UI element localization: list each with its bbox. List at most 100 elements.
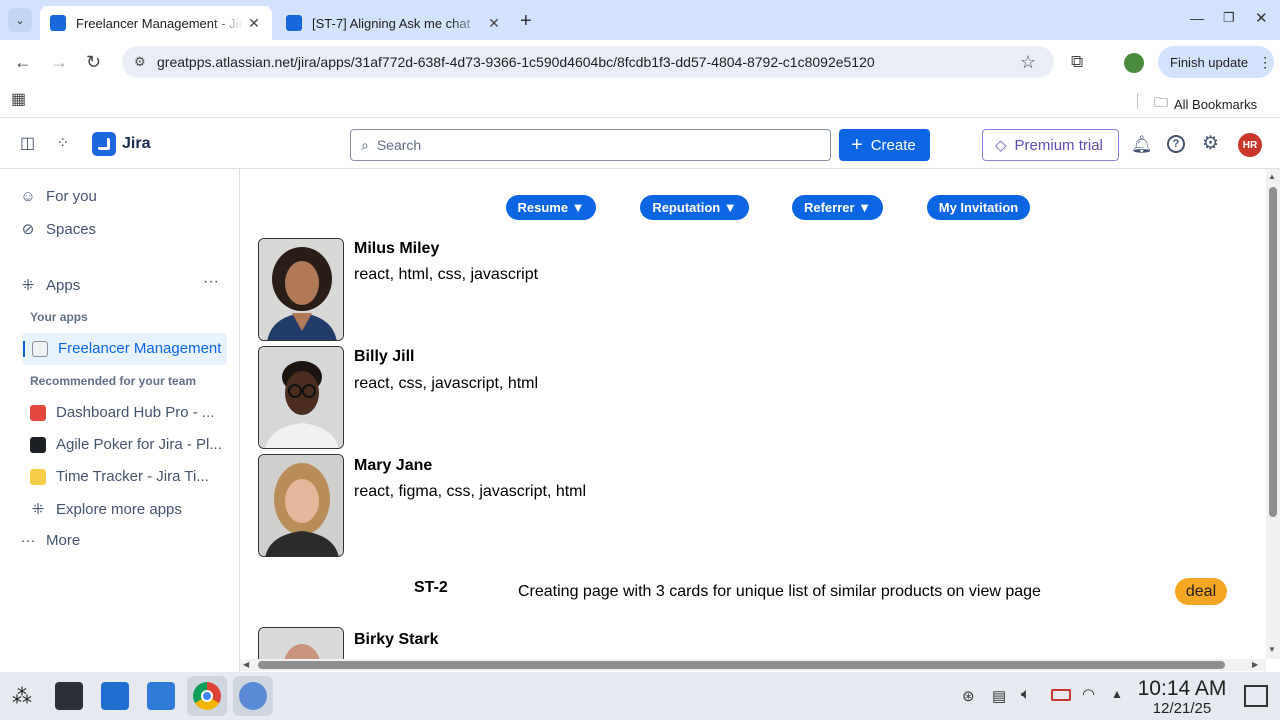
sidebar-item-agile-poker[interactable]: Agile Poker for Jira - Pl... xyxy=(30,436,222,453)
sidebar-item-more[interactable]: ··· More xyxy=(20,532,81,549)
avatar-initials: HR xyxy=(1242,139,1258,151)
freelancer-skills: react, html, css, javascript xyxy=(354,266,539,283)
freelancer-skills: react, figma, css, javascript, html xyxy=(354,483,587,500)
reload-icon[interactable]: ↻ xyxy=(86,53,101,71)
close-tab-icon[interactable]: ✕ xyxy=(244,15,264,32)
close-tab-icon[interactable]: ✕ xyxy=(484,15,504,32)
sidebar-item-time-tracker[interactable]: Time Tracker - Jira Ti... xyxy=(30,468,209,485)
all-bookmarks-button[interactable]: 🗀 All Bookmarks xyxy=(1154,92,1257,116)
reputation-filter-button[interactable]: Reputation ▼ xyxy=(640,195,749,220)
clock-date: 12/21/25 xyxy=(1152,700,1212,717)
url-text: greatpps.atlassian.net/jira/apps/31af772… xyxy=(157,54,875,70)
search-placeholder: Search xyxy=(376,137,422,153)
my-invitation-button[interactable]: My Invitation xyxy=(927,195,1030,220)
app-icon[interactable] xyxy=(239,682,267,710)
filter-label: Referrer ▼ xyxy=(803,200,872,215)
close-window-icon[interactable]: ✕ xyxy=(1255,9,1268,27)
minimize-icon[interactable]: — xyxy=(1190,10,1204,26)
sidebar-item-dashboard-hub[interactable]: Dashboard Hub Pro - ... xyxy=(30,404,214,421)
launcher-icon[interactable]: ⁂ xyxy=(12,684,32,709)
jira-favicon-icon xyxy=(50,15,66,31)
jira-logo[interactable]: Jira xyxy=(92,132,150,156)
referrer-filter-button[interactable]: Referrer ▼ xyxy=(792,195,883,220)
recommended-heading: Recommended for your team xyxy=(30,374,197,388)
jira-header: ◫ ⁘ Jira ⌕ Search + Create ◇ Premium tri… xyxy=(0,120,1280,169)
tab-title: Freelancer Management - Jira xyxy=(76,15,244,31)
scroll-right-icon[interactable]: ▶ xyxy=(1252,660,1258,669)
sidebar-item-label: Agile Poker for Jira - Pl... xyxy=(56,436,222,453)
plus-icon: + xyxy=(851,134,863,156)
clock[interactable]: 10:14 AM 12/21/25 xyxy=(1132,677,1232,718)
update-tray-icon[interactable]: ⊛ xyxy=(962,687,975,705)
your-apps-heading: Your apps xyxy=(30,310,88,324)
scroll-up-icon[interactable]: ▲ xyxy=(1268,172,1276,181)
new-tab-icon[interactable]: + xyxy=(520,10,532,33)
app-switcher-icon[interactable]: ⁘ xyxy=(56,136,69,152)
chrome-app-icon[interactable] xyxy=(193,682,221,710)
address-bar[interactable]: ⚙ greatpps.atlassian.net/jira/apps/31af7… xyxy=(122,46,1054,78)
browser-toolbar: ← → ↻ ⚙ greatpps.atlassian.net/jira/apps… xyxy=(0,40,1280,84)
settings-app-icon[interactable] xyxy=(55,682,83,710)
help-icon[interactable]: ? xyxy=(1167,135,1185,153)
extensions-icon[interactable]: ⧉ xyxy=(1071,53,1083,70)
main-content: Resume ▼ Reputation ▼ Referrer ▼ My Invi… xyxy=(240,169,1266,659)
freelancer-photo xyxy=(258,454,344,557)
tab-search-icon[interactable]: ⌄ xyxy=(8,8,32,32)
app-name: Jira xyxy=(122,135,151,152)
clock-time: 10:14 AM xyxy=(1137,677,1227,700)
apps-icon: ⁜ xyxy=(21,277,35,294)
tab-title: [ST-7] Aligning Ask me chat xyxy=(312,15,471,31)
maximize-icon[interactable]: ❐ xyxy=(1223,10,1235,26)
search-input[interactable]: ⌕ Search xyxy=(350,129,831,161)
sidebar-item-label: For you xyxy=(46,188,97,205)
scroll-left-icon[interactable]: ◀ xyxy=(243,660,249,669)
broken-image-icon xyxy=(32,340,48,357)
sidebar-item-label: Freelancer Management xyxy=(58,340,222,357)
finish-update-button[interactable]: Finish update ⋮ xyxy=(1158,46,1274,78)
man-bald-avatar xyxy=(259,628,343,659)
folder-icon: 🗀 xyxy=(1154,94,1168,110)
divider xyxy=(1137,93,1138,109)
horizontal-scroll-thumb[interactable] xyxy=(258,661,1225,669)
forward-icon[interactable]: → xyxy=(50,53,68,71)
sidebar-item-label: Dashboard Hub Pro - ... xyxy=(56,404,215,421)
premium-trial-button[interactable]: ◇ Premium trial xyxy=(982,129,1119,161)
site-info-icon[interactable]: ⚙ xyxy=(134,54,146,70)
more-dots-icon: ··· xyxy=(20,532,36,549)
resume-filter-button[interactable]: Resume ▼ xyxy=(506,195,596,220)
sidebar-item-apps[interactable]: ⁜ Apps xyxy=(20,276,81,295)
tray-expand-icon[interactable]: ▲ xyxy=(1111,687,1123,701)
filter-label: Resume ▼ xyxy=(517,200,585,215)
sidebar-item-explore-apps[interactable]: ⁜ Explore more apps xyxy=(30,500,182,519)
store-app-icon[interactable] xyxy=(101,682,129,710)
wifi-icon[interactable]: ◠ xyxy=(1082,685,1095,703)
apps-grid-icon[interactable]: ▦ xyxy=(11,92,26,108)
files-app-icon[interactable] xyxy=(147,682,175,710)
man-glasses-avatar xyxy=(259,347,343,448)
scroll-down-icon[interactable]: ▼ xyxy=(1268,645,1276,654)
filter-label: My Invitation xyxy=(938,200,1019,215)
sidebar-item-freelancer-management[interactable]: Freelancer Management xyxy=(32,340,221,357)
create-button[interactable]: + Create xyxy=(839,129,930,161)
volume-icon[interactable]: 🔈︎ xyxy=(1021,686,1031,704)
vertical-scroll-thumb[interactable] xyxy=(1269,187,1277,517)
battery-icon[interactable] xyxy=(1051,689,1071,701)
profile-avatar[interactable] xyxy=(1124,53,1144,73)
sidebar-toggle-icon[interactable]: ◫ xyxy=(20,136,35,152)
agile-poker-icon xyxy=(30,436,46,453)
sidebar-item-spaces[interactable]: ⊘ Spaces xyxy=(20,220,96,239)
task-key[interactable]: ST-2 xyxy=(414,579,448,597)
settings-icon[interactable]: ⚙ xyxy=(1202,134,1219,153)
bookmark-star-icon[interactable]: ☆ xyxy=(1020,52,1036,73)
show-desktop-icon[interactable] xyxy=(1244,685,1268,707)
freelancer-name: Mary Jane xyxy=(354,457,433,474)
notifications-icon[interactable]: 🔔︎ xyxy=(1131,136,1153,153)
browser-tab-active[interactable]: Freelancer Management - Jira ✕ xyxy=(40,6,272,40)
browser-tab[interactable]: [ST-7] Aligning Ask me chat ✕ xyxy=(276,6,512,40)
user-avatar[interactable]: HR xyxy=(1238,133,1262,157)
sidebar-item-for-you[interactable]: ☺ For you xyxy=(20,188,97,205)
clipboard-tray-icon[interactable]: ▤ xyxy=(992,687,1006,705)
bookmarks-bar: ▦ 🗀 All Bookmarks xyxy=(0,84,1280,118)
apps-more-icon[interactable]: ··· xyxy=(203,273,219,291)
back-icon[interactable]: ← xyxy=(14,53,32,71)
